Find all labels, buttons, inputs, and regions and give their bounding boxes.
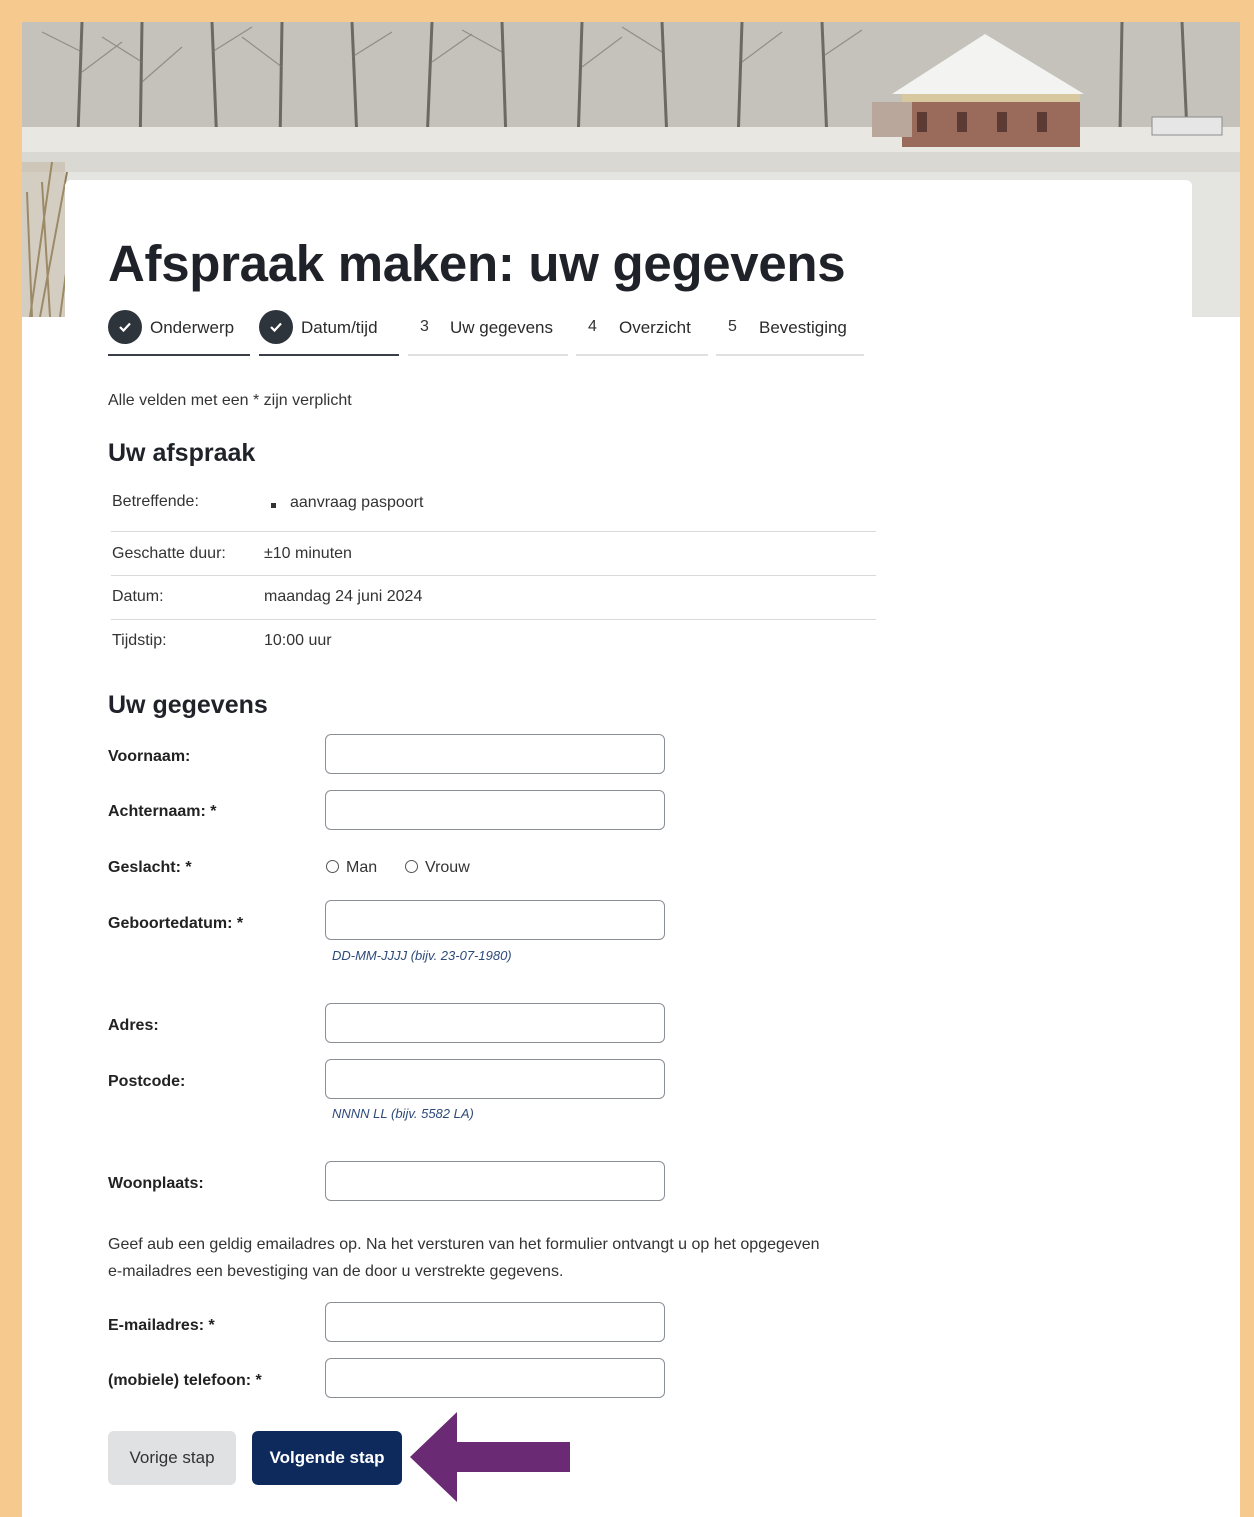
email-note-line2: e-mailadres een bevestiging van de door … [108, 1263, 564, 1280]
details-heading: Uw gegevens [108, 691, 268, 719]
telefoon-input[interactable] [325, 1358, 665, 1398]
required-note: Alle velden met een * zijn verplicht [108, 392, 352, 409]
row-label: Tijdstip: [112, 632, 167, 649]
row-value: 10:00 uur [264, 632, 332, 649]
row-label: Datum: [112, 588, 164, 605]
row-label: Geschatte duur: [112, 545, 226, 562]
telefoon-label: (mobiele) telefoon: * [108, 1372, 262, 1389]
achternaam-input[interactable] [325, 790, 665, 830]
step-overzicht[interactable]: 4 Overzicht [576, 310, 708, 356]
step-datum-tijd[interactable]: Datum/tijd [259, 310, 399, 356]
step-onderwerp[interactable]: Onderwerp [108, 310, 250, 356]
row-label: Betreffende: [112, 493, 199, 510]
step-label: Overzicht [619, 318, 691, 337]
radio-man-label[interactable]: Man [346, 859, 377, 877]
email-input[interactable] [325, 1302, 665, 1342]
postcode-label: Postcode: [108, 1073, 186, 1090]
email-note-line1: Geef aub een geldig emailadres op. Na he… [108, 1236, 820, 1253]
row-value: maandag 24 juni 2024 [264, 588, 423, 605]
step-number: 3 [420, 318, 429, 335]
voornaam-input[interactable] [325, 734, 665, 774]
step-uw-gegevens[interactable]: 3 Uw gegevens [408, 310, 568, 356]
previous-step-button[interactable]: Vorige stap [108, 1431, 236, 1485]
adres-input[interactable] [325, 1003, 665, 1043]
step-label: Onderwerp [150, 318, 235, 337]
step-bevestiging[interactable]: 5 Bevestiging [716, 310, 864, 356]
step-label: Uw gegevens [450, 318, 554, 337]
postcode-input[interactable] [325, 1059, 665, 1099]
woonplaats-input[interactable] [325, 1161, 665, 1201]
voornaam-label: Voornaam: [108, 748, 191, 765]
email-label: E-mailadres: * [108, 1317, 215, 1334]
step-label: Datum/tijd [301, 318, 378, 337]
arrow-left-icon [410, 1412, 570, 1502]
page-title: Afspraak maken: uw gegevens [108, 235, 846, 292]
step-number: 4 [588, 318, 597, 335]
row-divider [111, 531, 876, 532]
step-number: 5 [728, 318, 737, 335]
step-label: Bevestiging [759, 318, 847, 337]
check-icon [259, 310, 293, 344]
row-value: ±10 minuten [264, 545, 352, 562]
bullet-icon [271, 503, 276, 508]
row-divider [111, 575, 876, 576]
geboortedatum-input[interactable] [325, 900, 665, 940]
achternaam-label: Achternaam: * [108, 803, 217, 820]
radio-man[interactable] [326, 860, 339, 873]
row-value: aanvraag paspoort [290, 494, 424, 511]
adres-label: Adres: [108, 1017, 159, 1034]
radio-vrouw-label[interactable]: Vrouw [425, 859, 470, 877]
geboortedatum-hint: DD-MM-JJJJ (bijv. 23-07-1980) [332, 948, 512, 963]
geboortedatum-label: Geboortedatum: * [108, 915, 244, 932]
appointment-heading: Uw afspraak [108, 439, 256, 467]
woonplaats-label: Woonplaats: [108, 1175, 204, 1192]
row-divider [111, 619, 876, 620]
page-frame: Afspraak maken: uw gegevens Onderwerp Da… [22, 22, 1240, 1517]
check-icon [108, 310, 142, 344]
next-step-button[interactable]: Volgende stap [252, 1431, 402, 1485]
geslacht-label: Geslacht: * [108, 859, 192, 876]
postcode-hint: NNNN LL (bijv. 5582 LA) [332, 1106, 474, 1121]
radio-vrouw[interactable] [405, 860, 418, 873]
